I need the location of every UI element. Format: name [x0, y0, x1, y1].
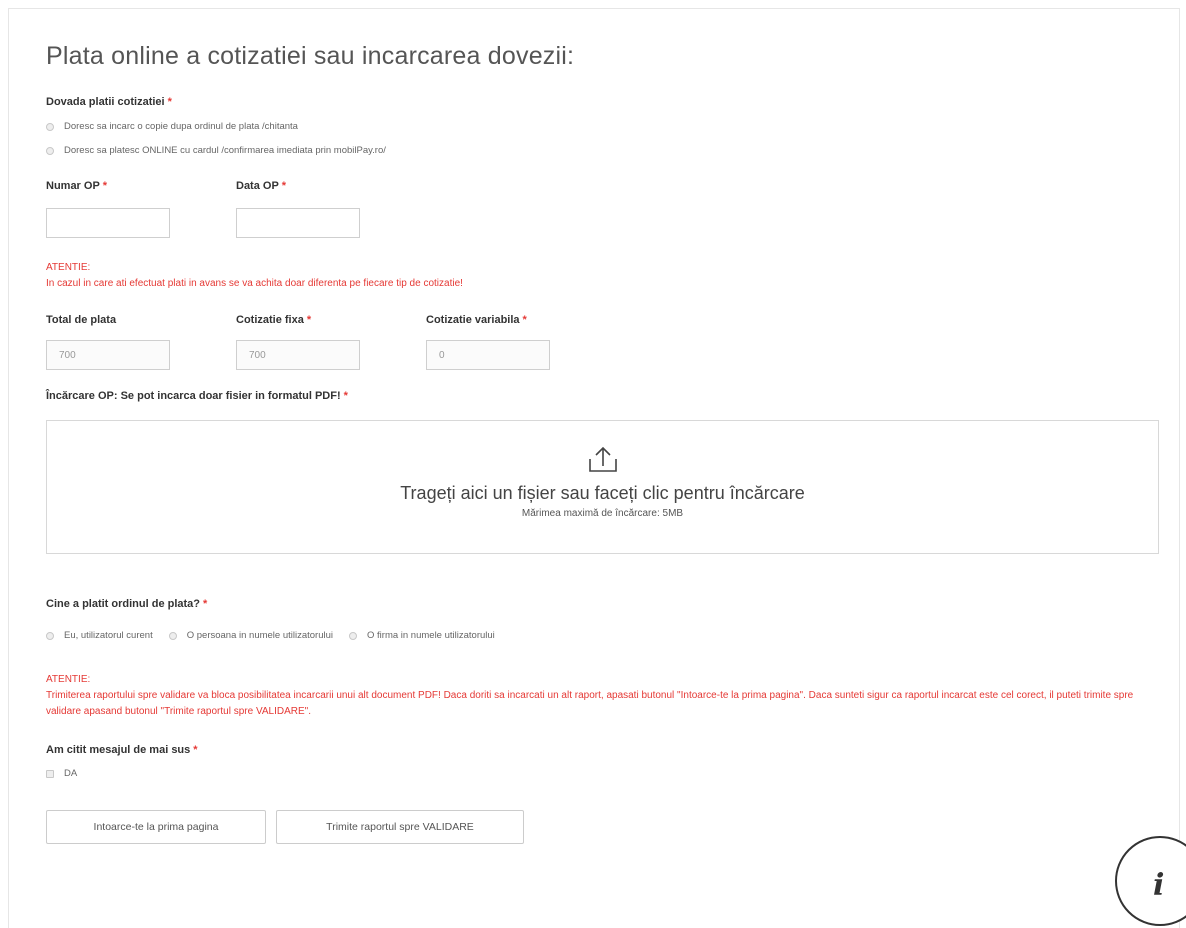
warning-title: ATENTIE:	[46, 262, 91, 273]
required-mark: *	[167, 96, 172, 108]
required-mark: *	[343, 390, 348, 402]
warning-validation: ATENTIE: Trimiterea raportului spre vali…	[46, 672, 1156, 720]
confirm-label: Am citit mesajul de mai sus *	[46, 744, 198, 756]
total-input	[46, 340, 170, 370]
cotizatie-fixa-input	[236, 340, 360, 370]
warning-title: ATENTIE:	[46, 674, 91, 685]
data-op-input[interactable]	[236, 208, 360, 238]
confirm-option-label: DA	[64, 768, 78, 779]
radio-button[interactable]	[349, 631, 357, 640]
payer-option-company[interactable]: O firma in numele utilizatorului	[349, 630, 495, 641]
cotizatie-variabila-input	[426, 340, 550, 370]
payer-option-label: O persoana in numele utilizatorului	[186, 630, 333, 641]
data-op-label: Data OP *	[236, 180, 287, 192]
submit-for-validation-button[interactable]: Trimite raportul spre VALIDARE	[276, 810, 524, 844]
proof-option-online[interactable]: Doresc sa platesc ONLINE cu cardul /conf…	[46, 145, 386, 156]
proof-option-upload[interactable]: Doresc sa incarc o copie dupa ordinul de…	[46, 121, 298, 132]
back-to-first-page-button[interactable]: Intoarce-te la prima pagina	[46, 810, 266, 844]
warning-advance-payments: ATENTIE: In cazul in care ati efectuat p…	[46, 260, 1146, 292]
radio-button[interactable]	[168, 631, 177, 640]
info-icon: i	[1153, 868, 1165, 903]
payer-label: Cine a platit ordinul de plata? *	[46, 598, 208, 610]
page-title: Plata online a cotizatiei sau incarcarea…	[46, 42, 575, 70]
payer-option-label: O firma in numele utilizatorului	[367, 630, 495, 641]
cotizatie-fixa-label: Cotizatie fixa *	[236, 314, 312, 326]
warning-text: Trimiterea raportului spre validare va b…	[46, 690, 1134, 717]
radio-button[interactable]	[46, 122, 54, 131]
required-mark: *	[102, 180, 108, 192]
payer-option-label: Eu, utilizatorul curent	[64, 630, 153, 641]
proof-label: Dovada platii cotizatiei *	[46, 96, 172, 108]
upload-dropzone[interactable]: Trageți aici un fișier sau faceți clic p…	[46, 420, 1159, 554]
radio-button[interactable]	[46, 631, 54, 640]
required-mark: *	[306, 314, 312, 326]
payer-option-person[interactable]: O persoana in numele utilizatorului	[168, 630, 333, 641]
proof-option-label: Doresc sa incarc o copie dupa ordinul de…	[64, 121, 298, 132]
radio-button[interactable]	[46, 146, 54, 155]
required-mark: *	[203, 598, 208, 610]
payer-option-current-user[interactable]: Eu, utilizatorul curent	[46, 630, 153, 641]
checkbox[interactable]	[46, 769, 54, 778]
numar-op-label: Numar OP *	[46, 180, 108, 192]
payer-options: Eu, utilizatorul curent O persoana in nu…	[46, 630, 511, 641]
upload-icon	[588, 446, 617, 472]
warning-text: In cazul in care ati efectuat plati in a…	[46, 278, 463, 289]
confirm-checkbox[interactable]: DA	[46, 768, 77, 779]
dropzone-text: Trageți aici un fișier sau faceți clic p…	[400, 483, 805, 503]
total-label: Total de plata	[46, 314, 117, 326]
upload-label: Încărcare OP: Se pot incarca doar fisier…	[46, 390, 348, 402]
required-mark: *	[522, 314, 527, 326]
dropzone-max-size: Mărimea maximă de încărcare: 5MB	[521, 508, 684, 519]
required-mark: *	[281, 180, 287, 192]
cotizatie-variabila-label: Cotizatie variabila *	[426, 314, 527, 326]
proof-option-label: Doresc sa platesc ONLINE cu cardul /conf…	[64, 145, 386, 156]
required-mark: *	[193, 744, 198, 756]
numar-op-input[interactable]	[46, 208, 170, 238]
